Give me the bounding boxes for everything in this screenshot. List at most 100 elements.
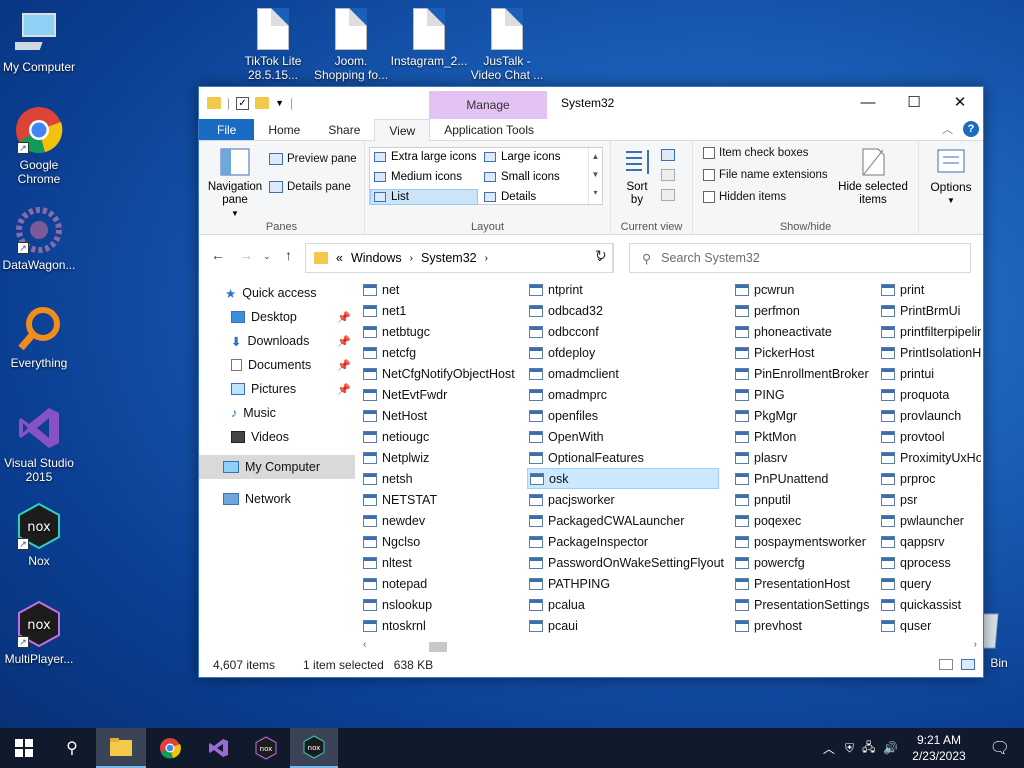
- file-list[interactable]: net net1 netbtugc netcfg NetCfgNotifyObjectH…: [359, 279, 981, 637]
- group-by-icon[interactable]: [661, 149, 675, 161]
- nav-documents[interactable]: Documents 📌: [199, 353, 355, 377]
- preview-pane-button[interactable]: Preview pane: [269, 153, 357, 165]
- file-item[interactable]: Netplwiz: [361, 447, 515, 468]
- file-item[interactable]: PkgMgr: [733, 405, 869, 426]
- file-item[interactable]: PktMon: [733, 426, 869, 447]
- scroll-right-icon[interactable]: ›: [974, 639, 977, 650]
- pin-icon[interactable]: 📌: [337, 311, 351, 324]
- file-item[interactable]: prproc: [879, 468, 981, 489]
- file-item[interactable]: nslookup: [361, 594, 515, 615]
- file-item[interactable]: PresentationHost: [733, 573, 869, 594]
- file-item[interactable]: query: [879, 573, 981, 594]
- file-item[interactable]: PackagedCWALauncher: [527, 510, 724, 531]
- desktop-icon-my-computer[interactable]: My Computer: [0, 8, 79, 74]
- pin-icon[interactable]: 📌: [337, 359, 351, 372]
- file-item[interactable]: provlaunch: [879, 405, 981, 426]
- file-item[interactable]: ofdeploy: [527, 342, 724, 363]
- file-item[interactable]: PnPUnattend: [733, 468, 869, 489]
- taskbar-chrome[interactable]: [146, 728, 194, 768]
- size-columns-icon[interactable]: [661, 189, 675, 201]
- file-item[interactable]: qprocess: [879, 552, 981, 573]
- file-item[interactable]: Ngclso: [361, 531, 515, 552]
- layout-small-icons[interactable]: Small icons: [484, 171, 560, 183]
- pin-icon[interactable]: 📌: [337, 383, 351, 396]
- desktop-file-joom[interactable]: Joom. Shopping fo...: [311, 8, 391, 82]
- file-item[interactable]: newdev: [361, 510, 515, 531]
- file-item[interactable]: netcfg: [361, 342, 515, 363]
- file-item[interactable]: odbcconf: [527, 321, 724, 342]
- file-item[interactable]: pnputil: [733, 489, 869, 510]
- tab-file[interactable]: File: [199, 119, 255, 140]
- file-item[interactable]: net: [361, 279, 515, 300]
- desktop-icon-multiplayer[interactable]: nox ↗ MultiPlayer...: [0, 600, 79, 666]
- layout-large-icons[interactable]: Large icons: [484, 151, 560, 163]
- close-button[interactable]: ✕: [937, 87, 983, 119]
- clock[interactable]: 9:21 AM 2/23/2023: [902, 732, 975, 764]
- search-input[interactable]: ⚲ Search System32: [629, 243, 971, 273]
- volume-icon[interactable]: 🔊: [879, 741, 902, 755]
- file-name-extensions-toggle[interactable]: File name extensions: [703, 169, 828, 181]
- title-bar[interactable]: | ✓ ▼ | Manage System32 — ☐ ✕: [199, 87, 983, 119]
- file-item[interactable]: PrintBrmUi: [879, 300, 981, 321]
- notifications-icon[interactable]: 🗨: [976, 738, 1024, 758]
- options-button[interactable]: Options ▼: [925, 147, 977, 208]
- file-item[interactable]: net1: [361, 300, 515, 321]
- file-item[interactable]: OptionalFeatures: [527, 447, 724, 468]
- file-item[interactable]: odbcad32: [527, 300, 724, 321]
- tab-manage[interactable]: Manage: [429, 91, 547, 119]
- file-item[interactable]: netsh: [361, 468, 515, 489]
- file-item[interactable]: psr: [879, 489, 981, 510]
- breadcrumb-overflow[interactable]: «: [336, 251, 343, 265]
- layout-list[interactable]: List: [370, 189, 478, 205]
- file-item[interactable]: pcaui: [527, 615, 724, 636]
- breadcrumb-windows[interactable]: Windows: [351, 251, 402, 265]
- desktop-icon-everything[interactable]: Everything: [0, 304, 79, 370]
- file-item[interactable]: openfiles: [527, 405, 724, 426]
- security-icon[interactable]: ⛨: [841, 741, 858, 756]
- new-folder-icon[interactable]: [255, 97, 270, 109]
- file-item[interactable]: pcwrun: [733, 279, 869, 300]
- file-item[interactable]: quickassist: [879, 594, 981, 615]
- nav-downloads[interactable]: ⬇ Downloads 📌: [199, 329, 355, 353]
- file-item[interactable]: ntprint: [527, 279, 724, 300]
- taskbar-nox[interactable]: nox: [242, 728, 290, 768]
- file-item[interactable]: PING: [733, 384, 869, 405]
- tab-share[interactable]: Share: [314, 119, 374, 140]
- details-pane-button[interactable]: Details pane: [269, 181, 351, 193]
- explorer-window[interactable]: | ✓ ▼ | Manage System32 — ☐ ✕ File Home …: [198, 86, 984, 678]
- nav-network[interactable]: Network: [199, 487, 355, 511]
- file-item[interactable]: pospaymentsworker: [733, 531, 869, 552]
- file-item[interactable]: notepad: [361, 573, 515, 594]
- network-icon[interactable]: 🖧: [858, 738, 879, 759]
- file-item[interactable]: PresentationSettings: [733, 594, 869, 615]
- breadcrumb-system32[interactable]: System32: [421, 251, 477, 265]
- desktop-icon-nox[interactable]: nox ↗ Nox: [0, 502, 79, 568]
- file-item[interactable]: pcalua: [527, 594, 724, 615]
- show-hidden-icons-icon[interactable]: ︿: [817, 740, 841, 757]
- scroll-left-icon[interactable]: ‹: [363, 639, 366, 650]
- file-item[interactable]: provtool: [879, 426, 981, 447]
- desktop-icon-visual-studio[interactable]: Visual Studio 2015: [0, 404, 79, 484]
- item-check-boxes-toggle[interactable]: Item check boxes: [703, 147, 808, 159]
- nav-videos[interactable]: Videos: [199, 425, 355, 449]
- address-bar[interactable]: « Windows › System32 › ⌄: [305, 243, 613, 273]
- breadcrumb-separator-icon[interactable]: ›: [410, 253, 413, 264]
- back-arrow-icon[interactable]: ←: [211, 247, 225, 263]
- nav-pictures[interactable]: Pictures 📌: [199, 377, 355, 401]
- file-item[interactable]: PATHPING: [527, 573, 724, 594]
- desktop-icon-datawagon[interactable]: ↗ DataWagon...: [0, 206, 79, 272]
- file-item[interactable]: proquota: [879, 384, 981, 405]
- file-item[interactable]: pwlauncher: [879, 510, 981, 531]
- file-item[interactable]: OpenWith: [527, 426, 724, 447]
- desktop-file-tiktok[interactable]: TikTok Lite 28.5.15...: [233, 8, 313, 82]
- search-button[interactable]: ⚲: [48, 728, 96, 768]
- details-view-icon[interactable]: [939, 659, 953, 670]
- file-item[interactable]: pacjsworker: [527, 489, 724, 510]
- file-item[interactable]: PackageInspector: [527, 531, 724, 552]
- file-item[interactable]: phoneactivate: [733, 321, 869, 342]
- file-item[interactable]: PasswordOnWakeSettingFlyout: [527, 552, 724, 573]
- file-item[interactable]: nltest: [361, 552, 515, 573]
- file-item[interactable]: osk: [527, 468, 719, 489]
- file-item[interactable]: poqexec: [733, 510, 869, 531]
- layout-details[interactable]: Details: [484, 191, 536, 203]
